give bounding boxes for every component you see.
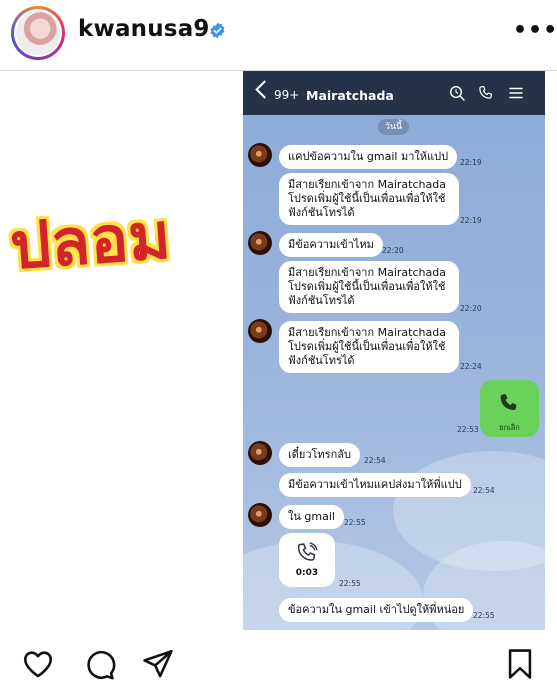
message-time: 22:24	[460, 362, 482, 371]
friend-avatar	[248, 143, 272, 167]
chat-bubble: มีข้อความเข้าไหม	[279, 233, 383, 257]
call-status-label: ยกเลิก	[499, 423, 520, 432]
message-time: 22:53	[457, 425, 479, 434]
phone-icon	[500, 394, 517, 411]
chat-bubble: เดี๋ยวโทรกลับ	[279, 443, 360, 467]
line-chat-header: 99+ Mairatchada	[243, 71, 545, 115]
phone-icon	[479, 85, 492, 99]
message-time: 22:54	[364, 456, 386, 465]
friend-avatar	[248, 319, 272, 343]
chat-bubble: มีสายเรียกเข้าจาก Mairatchada โปรดเพิ่มผ…	[279, 321, 459, 373]
chat-bubble: แคปข้อความใน gmail มาให้แปป	[279, 145, 458, 169]
chat-name: Mairatchada	[306, 88, 394, 103]
chat-bubble: มีสายเรียกเข้าจาก Mairatchada โปรดเพิ่มผ…	[279, 261, 459, 313]
message-time: 22:55	[344, 518, 366, 527]
friend-avatar	[248, 441, 272, 465]
menu-icon	[509, 87, 523, 99]
comment-icon[interactable]	[82, 647, 116, 681]
post-header: kwanusa9 •••	[0, 0, 557, 66]
back-chevron-icon	[255, 80, 274, 99]
message-time: 22:19	[460, 216, 482, 225]
my-call-bubble: ยกเลิก	[480, 380, 539, 437]
share-icon[interactable]	[141, 647, 175, 681]
chat-bubble: ข้อความใน gmail เข้าไปดูให้พี่หน่อย	[279, 598, 474, 622]
message-time: 22:20	[460, 304, 482, 313]
message-time: 22:55	[473, 611, 495, 620]
bookmark-icon[interactable]	[503, 647, 537, 681]
chat-bubble: มีสายเรียกเข้าจาก Mairatchada โปรดเพิ่มผ…	[279, 173, 459, 225]
verified-badge-icon	[210, 22, 225, 39]
message-time: 22:54	[473, 486, 495, 495]
fake-stamp: ปลอม	[7, 199, 173, 285]
line-chat-screenshot: 99+ Mairatchada วันนี้ แคปข้อความใน gmai…	[243, 71, 545, 630]
search-icon	[449, 85, 465, 101]
post-username[interactable]: kwanusa9	[78, 16, 210, 42]
unread-count: 99+	[274, 88, 300, 102]
friend-avatar	[248, 231, 272, 255]
heart-icon[interactable]	[21, 647, 55, 681]
more-options-button[interactable]: •••	[513, 18, 557, 43]
message-time: 22:20	[382, 246, 404, 255]
message-time: 22:19	[460, 158, 482, 167]
date-chip: วันนี้	[378, 119, 409, 135]
call-duration: 0:03	[295, 568, 319, 578]
phone-icon	[297, 542, 318, 561]
chat-bubble: มีข้อความเข้าไหมแคปส่งมาให้พี่แปป	[279, 473, 471, 497]
chat-bubble: ใน gmail	[279, 505, 344, 529]
profile-avatar[interactable]	[11, 6, 65, 60]
voice-call-bubble: 0:03	[279, 533, 335, 587]
message-time: 22:55	[339, 579, 361, 588]
friend-avatar	[248, 503, 272, 527]
